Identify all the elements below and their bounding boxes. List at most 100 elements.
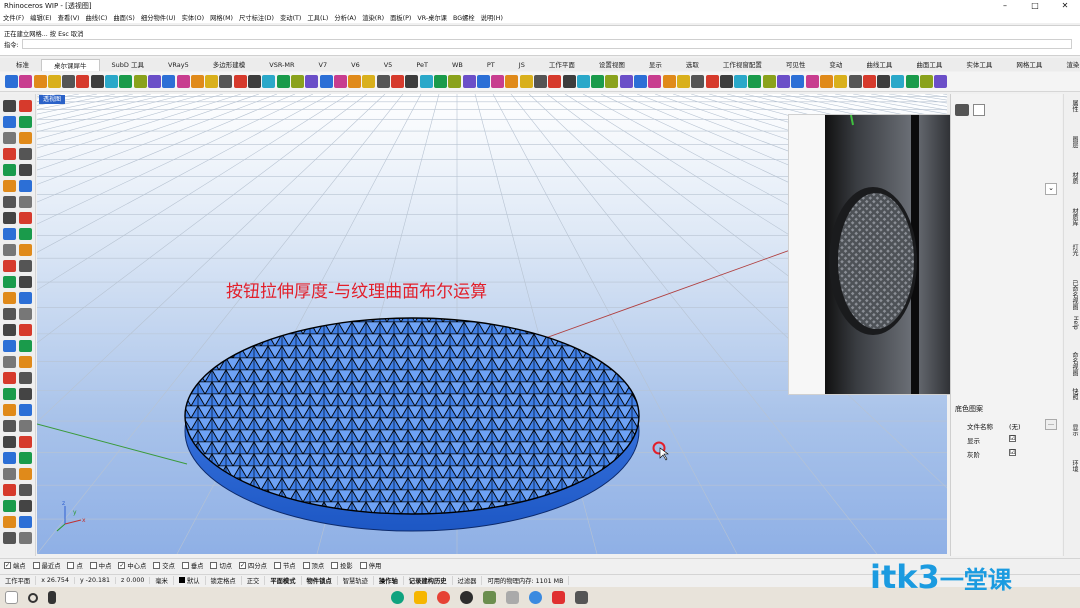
chrome-icon[interactable] xyxy=(437,591,450,604)
panel-tab[interactable]: 材质 xyxy=(1066,172,1079,184)
app-icon-red[interactable] xyxy=(552,591,565,604)
planar-toggle[interactable]: 平面模式 xyxy=(265,576,302,585)
left-tool-icon[interactable] xyxy=(19,212,32,224)
left-tool-icon[interactable] xyxy=(3,500,16,512)
osnap-checkbox[interactable] xyxy=(181,562,189,569)
toolbar-command-icon[interactable] xyxy=(262,75,276,88)
left-tool-icon[interactable] xyxy=(3,484,16,496)
left-tool-icon[interactable] xyxy=(3,100,16,112)
toolbar-command-icon[interactable] xyxy=(190,75,204,88)
left-tool-icon[interactable] xyxy=(3,212,16,224)
history-toggle[interactable]: 记录建构历史 xyxy=(404,576,453,585)
close-button[interactable]: ✕ xyxy=(1050,0,1080,12)
left-tool-icon[interactable] xyxy=(19,356,32,368)
toolbar-command-icon[interactable] xyxy=(819,75,833,88)
osnap-option[interactable]: 顶点 xyxy=(302,561,324,570)
toolbar-command-icon[interactable] xyxy=(777,75,791,88)
toolbar-command-icon[interactable] xyxy=(591,75,605,88)
osnap-option[interactable]: ✓ 端点 xyxy=(4,561,26,570)
osnap-option[interactable]: 最近点 xyxy=(32,561,60,570)
toolbar-command-icon[interactable] xyxy=(276,75,290,88)
left-tool-icon[interactable] xyxy=(3,452,16,464)
tab-transform[interactable]: 变动 xyxy=(817,59,854,71)
toolbar-command-icon[interactable] xyxy=(676,75,690,88)
tab-display[interactable]: 显示 xyxy=(637,59,674,71)
left-tool-icon[interactable] xyxy=(19,404,32,416)
units-status[interactable]: 毫米 xyxy=(150,576,174,585)
toolbar-command-icon[interactable] xyxy=(834,75,848,88)
osnap-checkbox[interactable]: ✓ xyxy=(118,562,126,569)
osnap-option[interactable]: 切点 xyxy=(210,561,232,570)
left-tool-icon[interactable] xyxy=(3,404,16,416)
toolbar-command-icon[interactable] xyxy=(248,75,262,88)
left-tool-icon[interactable] xyxy=(3,244,16,256)
toolbar-command-icon[interactable] xyxy=(648,75,662,88)
toolbar-command-icon[interactable] xyxy=(762,75,776,88)
toolbar-command-icon[interactable] xyxy=(219,75,233,88)
app-icon-photo[interactable] xyxy=(483,591,496,604)
toolbar-command-icon[interactable] xyxy=(90,75,104,88)
toolbar-command-icon[interactable] xyxy=(133,75,147,88)
tab-vsr[interactable]: VSR-MR xyxy=(257,59,306,71)
toolbar-command-icon[interactable] xyxy=(748,75,762,88)
toolbar-command-icon[interactable] xyxy=(719,75,733,88)
menu-tools[interactable]: 工具(L) xyxy=(307,13,328,22)
left-tool-icon[interactable] xyxy=(3,292,16,304)
panel-tab[interactable]: 材质库 xyxy=(1066,208,1079,226)
osnap-option[interactable]: 停用 xyxy=(359,561,381,570)
file-explorer-icon[interactable] xyxy=(414,591,427,604)
toolbar-command-icon[interactable] xyxy=(290,75,304,88)
toolbar-command-icon[interactable] xyxy=(519,75,533,88)
toolbar-command-icon[interactable] xyxy=(791,75,805,88)
left-tool-icon[interactable] xyxy=(3,260,16,272)
toolbar-command-icon[interactable] xyxy=(691,75,705,88)
left-tool-icon[interactable] xyxy=(19,260,32,272)
osnap-option[interactable]: 垂点 xyxy=(181,561,203,570)
left-tool-icon[interactable] xyxy=(3,196,16,208)
smarttrack-toggle[interactable]: 智慧轨迹 xyxy=(338,576,374,585)
left-tool-icon[interactable] xyxy=(19,228,32,240)
tab-viewport-layout[interactable]: 工作视窗配置 xyxy=(711,59,774,71)
toolbar-command-icon[interactable] xyxy=(619,75,633,88)
toolbar-command-icon[interactable] xyxy=(333,75,347,88)
toolbar-command-icon[interactable] xyxy=(662,75,676,88)
toolbar-command-icon[interactable] xyxy=(862,75,876,88)
dropdown-icon[interactable]: ⌄ xyxy=(1045,183,1057,195)
left-tool-icon[interactable] xyxy=(19,308,32,320)
toolbar-command-icon[interactable] xyxy=(176,75,190,88)
osnap-checkbox[interactable] xyxy=(331,562,339,569)
toolbar-command-icon[interactable] xyxy=(319,75,333,88)
toolbar-command-icon[interactable] xyxy=(376,75,390,88)
osnap-checkbox[interactable] xyxy=(210,562,218,569)
toolbar-command-icon[interactable] xyxy=(105,75,119,88)
menu-subd[interactable]: 细分物件(U) xyxy=(141,13,176,22)
left-tool-icon[interactable] xyxy=(3,532,16,544)
panel-tab[interactable]: 显示 xyxy=(1066,424,1079,436)
menu-surface[interactable]: 曲面(S) xyxy=(113,13,135,22)
toolbar-command-icon[interactable] xyxy=(576,75,590,88)
cplane-status[interactable]: 工作平面 xyxy=(0,576,37,585)
panel-tab[interactable]: Help xyxy=(1066,316,1079,330)
left-tool-icon[interactable] xyxy=(19,116,32,128)
left-tool-icon[interactable] xyxy=(19,532,32,544)
tab-render[interactable]: 渲染 xyxy=(1054,59,1080,71)
left-tool-icon[interactable] xyxy=(19,292,32,304)
tab-cplane[interactable]: 工作平面 xyxy=(537,59,587,71)
left-tool-icon[interactable] xyxy=(19,436,32,448)
panel-tab[interactable]: 属性 xyxy=(1066,100,1079,112)
menu-dimension[interactable]: 尺寸标注(D) xyxy=(239,13,274,22)
task-view-icon[interactable] xyxy=(48,591,56,604)
app-icon-green[interactable] xyxy=(391,591,404,604)
osnap-option[interactable]: ✓ 四分点 xyxy=(239,561,267,570)
osnap-option[interactable]: 投影 xyxy=(331,561,353,570)
panel-tab[interactable]: 快照 xyxy=(1066,388,1079,400)
grayscale-checkbox[interactable]: ☑ xyxy=(1009,449,1016,456)
search-icon[interactable] xyxy=(28,592,38,603)
left-tool-icon[interactable] xyxy=(3,276,16,288)
left-tool-icon[interactable] xyxy=(3,388,16,400)
osnap-checkbox[interactable] xyxy=(302,562,310,569)
toolbar-command-icon[interactable] xyxy=(605,75,619,88)
minimize-button[interactable]: – xyxy=(990,0,1020,12)
osnap-option[interactable]: 点 xyxy=(67,561,83,570)
tab-visibility[interactable]: 可见性 xyxy=(774,59,818,71)
